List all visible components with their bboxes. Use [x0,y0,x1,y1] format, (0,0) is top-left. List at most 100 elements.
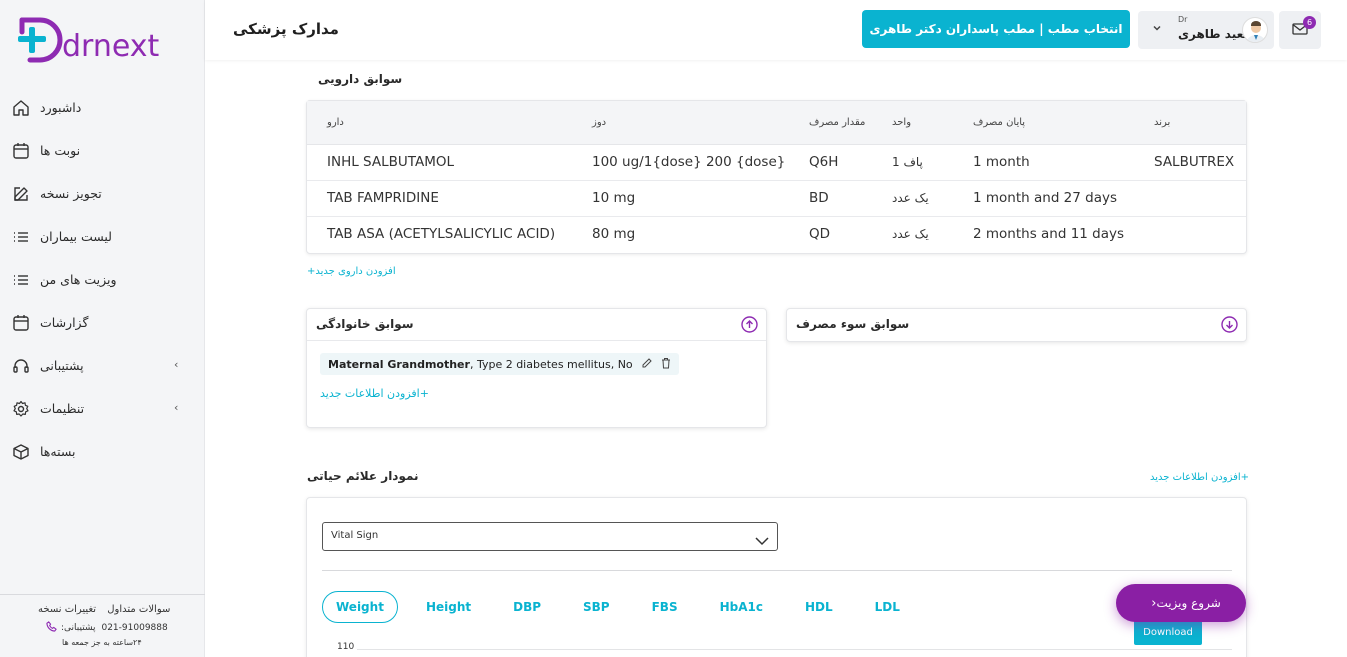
chevron-left-icon: ‹ [174,358,179,371]
tab-weight[interactable]: Weight [322,591,398,623]
table-header: دارو دوز مقدار مصرف واحد پایان مصرف برند [307,101,1246,145]
headset-icon [12,357,30,375]
faq-link[interactable]: سوالات متداول [107,604,170,615]
changelog-link[interactable]: تغییرات نسخه [38,604,96,615]
sidebar-nav: داشبورد نوبت ها تجویز نسخه لیست بیماران … [0,86,205,473]
trash-icon[interactable] [661,357,671,372]
page-title: مدارک پزشکی [233,20,339,38]
table-row[interactable]: TAB FAMPRIDINE 10 mg BD یک عدد 1 month a… [307,181,1246,217]
tab-dbp[interactable]: DBP [499,591,555,623]
sidebar-item-label: لیست بیماران [40,229,112,244]
add-family-info-link[interactable]: +افزودن اطلاعات جدید [320,387,429,400]
sidebar-item-patients[interactable]: لیست بیماران [0,215,205,258]
tab-hdl[interactable]: HDL [791,591,847,623]
support-hours: ۲۴ساعته به جز جمعه ها [62,638,142,647]
abuse-history-title: سوابق سوء مصرف [796,317,910,331]
tab-fbs[interactable]: FBS [638,591,692,623]
cell-amount: BD [809,190,829,206]
cell-end: 2 months and 11 days [973,226,1125,242]
user-prefix: Dr [1178,15,1188,24]
svg-text:drnext: drnext [62,29,160,64]
add-vital-link[interactable]: +افزودن اطلاعات جدید [1150,472,1249,483]
family-history-entry: Maternal Grandmother , Type 2 diabetes m… [320,353,679,375]
sidebar-item-my-visits[interactable]: ویزیت های من [0,258,205,301]
messages-button[interactable]: 6 [1279,11,1321,49]
support-label: :پشتیبانی [61,623,96,633]
avatar [1242,17,1268,43]
col-drug: دارو [327,117,344,128]
cell-unit: پاف 1 [892,155,923,169]
download-button[interactable]: Download [1134,619,1202,645]
support-number[interactable]: 021-91009888 [101,623,167,633]
chevron-left-icon: ‹ [1151,595,1157,611]
top-header: مدارک پزشکی انتخاب مطب | مطب پاسداران دک… [205,0,1347,60]
start-visit-label: شروع ویزیت [1156,596,1221,610]
col-amount: مقدار مصرف [809,117,866,128]
divider [322,570,1232,571]
expand-down-icon[interactable] [1221,316,1238,333]
cell-unit: یک عدد [892,191,929,205]
sidebar-item-support[interactable]: پشتیبانی ‹ [0,344,205,387]
chart-gridline [357,649,1232,650]
list-icon [12,228,30,246]
cell-drug: INHL SALBUTAMOL [327,154,454,170]
sidebar-item-reports[interactable]: گزارشات [0,301,205,344]
card-header: سوابق خانوادگی [307,309,766,341]
chevron-down-icon [1152,22,1162,36]
sidebar-item-label: تنظیمات [40,401,85,416]
sidebar-item-label: داشبورد [40,100,82,115]
pencil-icon[interactable] [641,357,653,372]
collapse-up-icon[interactable] [741,316,758,333]
sidebar-item-appointments[interactable]: نوبت ها [0,129,205,172]
home-icon [12,99,30,117]
cell-end: 1 month [973,154,1030,170]
cell-amount: QD [809,226,831,242]
tab-ldl[interactable]: LDL [861,591,914,623]
list-icon [12,271,30,289]
col-unit: واحد [892,117,912,128]
family-history-card: سوابق خانوادگی Maternal Grandmother , Ty… [306,308,767,428]
select-value: Vital Sign [331,530,379,541]
notification-badge: 6 [1303,16,1316,29]
relation: Maternal Grandmother [328,357,470,371]
table-row[interactable]: TAB ASA (ACETYLSALICYLIC ACID) 80 mg QD … [307,217,1246,253]
sidebar-item-packages[interactable]: بسته‌ها [0,430,205,473]
vitals-title: نمودار علائم حیاتی [307,469,419,483]
sidebar-item-label: نوبت ها [40,143,81,158]
sidebar-item-dashboard[interactable]: داشبورد [0,86,205,129]
vital-sign-select[interactable]: Vital Sign [322,522,778,551]
y-axis-tick: 110 [337,642,355,652]
drug-history-table: دارو دوز مقدار مصرف واحد پایان مصرف برند… [306,100,1247,254]
user-menu[interactable]: Dr سعید طاهری [1138,11,1274,49]
family-history-title: سوابق خانوادگی [316,317,414,331]
tab-height[interactable]: Height [412,591,485,623]
abuse-history-card[interactable]: سوابق سوء مصرف [786,308,1247,342]
vitals-chart-card: Vital Sign Weight Height DBP SBP FBS HbA… [306,497,1247,657]
sidebar-item-prescription[interactable]: تجویز نسخه [0,172,205,215]
footer-links: سوالات متداول تغییرات نسخه [34,604,174,615]
select-clinic-button[interactable]: انتخاب مطب | مطب پاسداران دکتر طاهری [862,10,1130,48]
condition: , Type 2 diabetes mellitus, No [469,357,633,371]
sidebar-footer: سوالات متداول تغییرات نسخه :پشتیبانی 021… [0,594,205,657]
package-icon [12,443,30,461]
start-visit-button[interactable]: شروع ویزیت ‹ [1116,584,1246,622]
sidebar-item-label: بسته‌ها [40,444,76,459]
support-phone: :پشتیبانی 021-91009888 [46,621,168,635]
sidebar-item-label: ویزیت های من [40,272,117,287]
tab-sbp[interactable]: SBP [569,591,624,623]
drnext-logo[interactable]: drnext [16,14,196,66]
sidebar: drnext داشبورد نوبت ها تجویز نسخه لیست ب… [0,0,205,657]
cell-drug: TAB ASA (ACETYLSALICYLIC ACID) [327,226,556,242]
cell-drug: TAB FAMPRIDINE [327,190,439,206]
tab-hba1c[interactable]: HbA1c [706,591,777,623]
sidebar-item-settings[interactable]: تنظیمات ‹ [0,387,205,430]
calendar-icon [12,142,30,160]
phone-icon [46,621,57,635]
table-row[interactable]: INHL SALBUTAMOL 100 ug/1{dose} 200 {dose… [307,145,1246,181]
add-drug-link[interactable]: افزودن داروی جدید+ [307,266,396,277]
gear-icon [12,400,30,418]
edit-icon [12,185,30,203]
cell-brand: SALBUTREX [1154,154,1235,170]
cell-dose: 100 ug/1{dose} 200 {dose} [592,154,786,170]
chevron-down-icon [755,531,769,550]
